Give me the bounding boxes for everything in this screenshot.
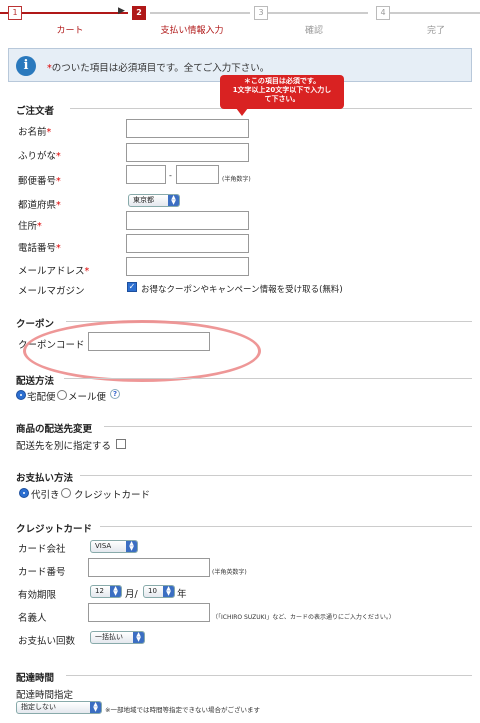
step-3-label: 確認 xyxy=(304,26,323,36)
section-title-payment: お支払い方法 xyxy=(16,473,74,484)
tooltip-tail xyxy=(236,108,248,116)
email-field[interactable] xyxy=(126,257,249,276)
chevron-updown-icon: ▲ ▼ xyxy=(90,702,101,713)
expiry-year-select[interactable]: 10 ▲ ▼ xyxy=(143,585,175,598)
payment-option-credit: クレジットカード xyxy=(74,490,151,501)
delivery-time-select[interactable]: 指定しない ▲ ▼ xyxy=(16,701,102,714)
info-text: *のついた項目は必須項目です。全てご入力下さい。 xyxy=(47,60,269,74)
section-title-customer: ご注文者 xyxy=(16,106,55,117)
name-field[interactable] xyxy=(126,119,249,138)
divider xyxy=(66,675,472,676)
card-number-hint: (半角英数字) xyxy=(212,569,247,576)
zip-label: 郵便番号* xyxy=(18,176,61,187)
section-title-delivery-destination: 商品の配送先変更 xyxy=(16,424,93,435)
divider xyxy=(80,475,472,476)
chevron-updown-icon: ▲ ▼ xyxy=(133,632,144,643)
name-label: お名前* xyxy=(18,127,52,138)
section-title-delivery-time: 配達時間 xyxy=(16,673,55,684)
magazine-checkbox[interactable]: ✓ xyxy=(127,282,137,292)
step-4-number: 4 xyxy=(376,6,390,20)
chevron-updown-icon: ▲ ▼ xyxy=(110,586,121,597)
delivery-time-label: 配達時間指定 xyxy=(16,690,74,701)
expiry-month-select[interactable]: 12 ▲ ▼ xyxy=(90,585,122,598)
shipping-option-mail: メール便 xyxy=(68,392,107,403)
chevron-updown-icon: ▲ ▼ xyxy=(168,195,179,206)
card-holder-hint: （「ICHIRO SUZUKI」など、カードの表示通りにご入力ください。） xyxy=(212,614,395,621)
month-unit: 月/ xyxy=(125,589,138,600)
step-3-number: 3 xyxy=(254,6,268,20)
section-title-coupon: クーポン xyxy=(16,319,55,330)
step-line-2 xyxy=(150,12,250,14)
magazine-label: メールマガジン xyxy=(18,286,85,297)
zip-separator: - xyxy=(169,171,172,180)
payment-option-cod: 代引き xyxy=(31,490,60,501)
section-title-credit: クレジットカード xyxy=(16,524,93,535)
kana-label: ふりがな* xyxy=(18,151,61,162)
step-2-number: 2 xyxy=(132,6,146,20)
expiry-label: 有効期限 xyxy=(18,590,57,601)
magazine-text: お得なクーポンやキャンペーン情報を受け取る(無料) xyxy=(141,285,343,295)
card-company-select[interactable]: VISA ▲ ▼ xyxy=(90,540,138,553)
chevron-updown-icon: ▲ ▼ xyxy=(163,586,174,597)
chevron-updown-icon: ▲ ▼ xyxy=(126,541,137,552)
shipping-option-delivery: 宅配便 xyxy=(27,392,56,403)
zip-field-2[interactable] xyxy=(176,165,219,184)
year-unit: 年 xyxy=(177,589,187,600)
phone-label: 電話番号* xyxy=(18,243,61,254)
divider xyxy=(100,526,472,527)
step-line-4 xyxy=(390,12,480,14)
payment-radio-cod[interactable] xyxy=(19,488,29,498)
card-company-label: カード会社 xyxy=(18,544,66,555)
payment-radio-credit[interactable] xyxy=(61,488,71,498)
validation-tooltip: ＊この項目は必須です。 1文字以上20文字以下で入力し て下さい。 xyxy=(220,75,344,109)
checkout-stepper: 1 ▶ 2 3 4 カート 支払い情報入力 確認 完了 xyxy=(0,0,480,40)
shipping-radio-delivery[interactable] xyxy=(16,390,26,400)
section-title-shipping: 配送方法 xyxy=(16,376,55,387)
highlight-circle xyxy=(23,320,261,382)
email-label: メールアドレス* xyxy=(18,266,90,277)
divider xyxy=(104,426,472,427)
alt-delivery-label: 配送先を別に指定する xyxy=(16,441,112,452)
prefecture-label: 都道府県* xyxy=(18,200,61,211)
card-number-label: カード番号 xyxy=(18,567,66,578)
address-label: 住所* xyxy=(18,221,42,232)
step-1-label: カート xyxy=(56,26,84,36)
step-4-label: 完了 xyxy=(426,26,445,36)
kana-field[interactable] xyxy=(126,143,249,162)
info-icon: i xyxy=(16,56,36,76)
step-1-number: 1 xyxy=(8,6,22,20)
card-holder-label: 名義人 xyxy=(18,613,47,624)
help-icon[interactable]: ? xyxy=(110,389,120,399)
info-message: のついた項目は必須項目です。全てご入力下さい。 xyxy=(51,63,270,74)
tooltip-line-1: ＊この項目は必須です。 xyxy=(243,77,321,85)
alt-delivery-checkbox[interactable] xyxy=(116,439,126,449)
tooltip-line-3: て下さい。 xyxy=(264,95,300,103)
prefecture-select[interactable]: 東京都 ▲ ▼ xyxy=(128,194,180,207)
tooltip-line-2: 1文字以上20文字以下で入力し xyxy=(232,86,332,94)
divider xyxy=(64,378,472,379)
card-holder-field[interactable] xyxy=(88,603,210,622)
step-line-3 xyxy=(268,12,368,14)
arrow-right-icon: ▶ xyxy=(118,6,125,16)
zip-hint: (半角数字) xyxy=(222,176,251,183)
step-2-label: 支払い情報入力 xyxy=(160,26,224,36)
delivery-time-note: ※一部地域では時間等指定できない場合がございます xyxy=(105,706,260,714)
shipping-radio-mail[interactable] xyxy=(57,390,67,400)
zip-field-1[interactable] xyxy=(126,165,166,184)
address-field[interactable] xyxy=(126,211,249,230)
installment-select[interactable]: 一括払い ▲ ▼ xyxy=(90,631,145,644)
phone-field[interactable] xyxy=(126,234,249,253)
card-number-field[interactable] xyxy=(88,558,210,577)
installment-label: お支払い回数 xyxy=(18,636,76,647)
